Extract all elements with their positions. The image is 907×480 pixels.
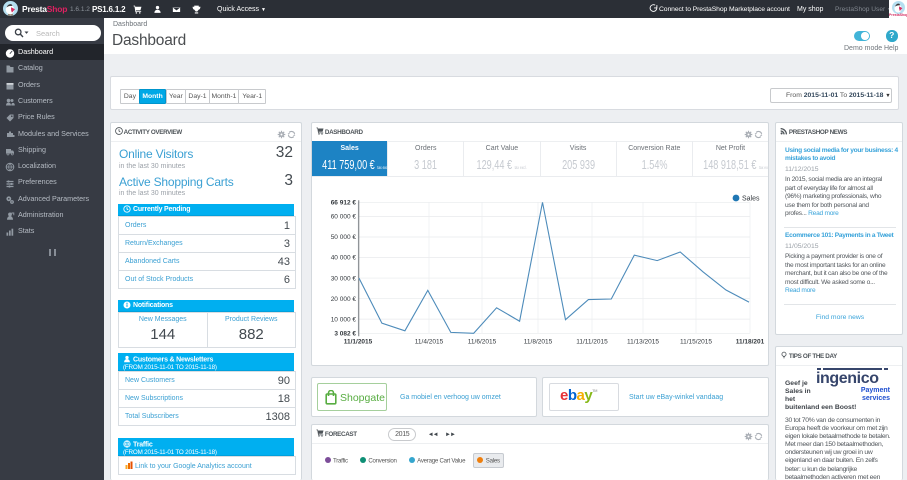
svg-text:10 000 €: 10 000 € (331, 316, 357, 323)
svg-text:50 000 €: 50 000 € (331, 234, 357, 241)
svg-text:11/4/2015: 11/4/2015 (415, 338, 444, 345)
svg-text:11/13/2015: 11/13/2015 (627, 338, 659, 345)
svg-text:3 082 €: 3 082 € (334, 331, 356, 338)
svg-text:66 912 €: 66 912 € (331, 200, 357, 207)
svg-text:Sales: Sales (742, 196, 760, 203)
svg-text:20 000 €: 20 000 € (331, 296, 357, 303)
svg-text:11/11/2015: 11/11/2015 (576, 338, 608, 345)
svg-text:11/18/201: 11/18/201 (736, 338, 765, 345)
svg-text:11/8/2015: 11/8/2015 (524, 338, 553, 345)
svg-text:11/6/2015: 11/6/2015 (468, 338, 497, 345)
svg-text:11/15/2015: 11/15/2015 (680, 338, 712, 345)
svg-text:11/1/2015: 11/1/2015 (344, 338, 373, 345)
svg-text:60 000 €: 60 000 € (331, 214, 357, 221)
svg-text:30 000 €: 30 000 € (331, 275, 357, 282)
svg-text:40 000 €: 40 000 € (331, 255, 357, 262)
